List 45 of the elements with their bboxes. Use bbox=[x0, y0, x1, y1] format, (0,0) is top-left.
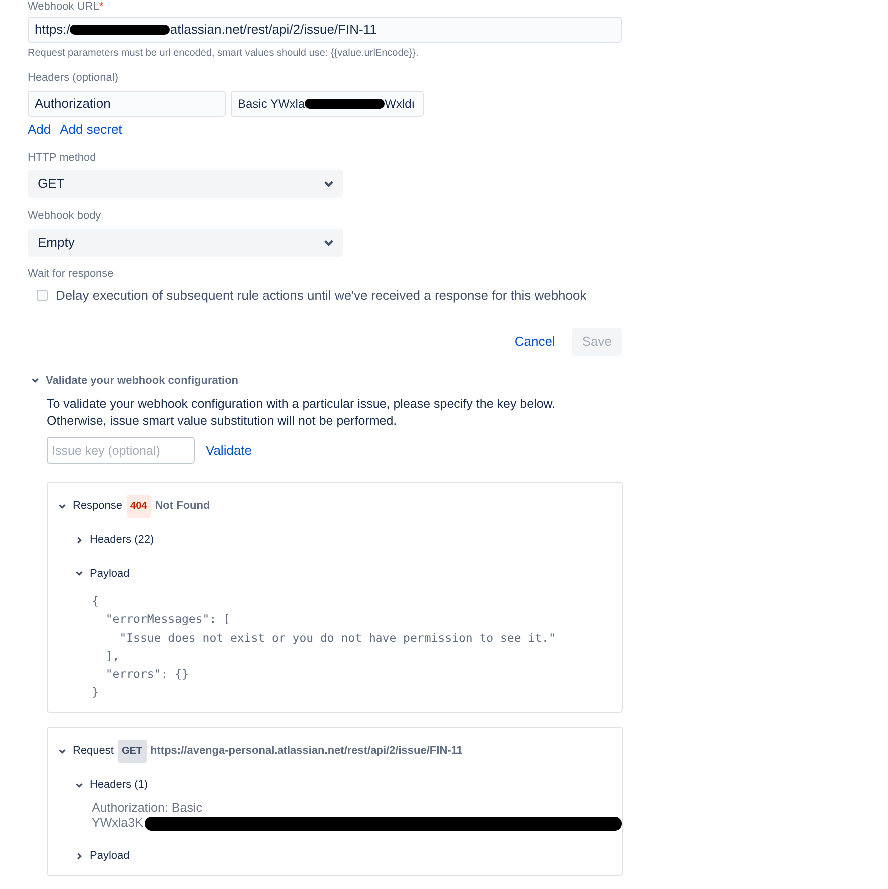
status-text: Not Found bbox=[155, 499, 210, 514]
url-field[interactable]: https:/ atlassian.net/rest/api/2/issue/FIN-11 bbox=[28, 17, 622, 43]
chevron-down-icon[interactable] bbox=[75, 569, 84, 578]
url-text: atlassian.net/rest/api/2/issue/FIN-11 bbox=[170, 21, 377, 40]
code-text: { "errorMessages": [ "Issue does not exist or you do not have permission to see it." ], "errors": {} } bbox=[91, 593, 557, 702]
description-text: To validate your webhook configuration with a particular issue, please specify the key below. bbox=[47, 396, 557, 413]
checkbox[interactable] bbox=[37, 290, 48, 302]
status-text: https://avenga-personal.atlassian.net/rest/api/2/issue/FIN-11 bbox=[150, 744, 463, 760]
subsection-title[interactable]: Headers (22) bbox=[90, 532, 154, 548]
add-link[interactable]: Add bbox=[28, 122, 52, 138]
subsection-title[interactable]: Payload bbox=[90, 848, 130, 865]
select-field[interactable]: GET bbox=[28, 170, 343, 198]
header-value-text: Wxldı bbox=[385, 96, 416, 112]
description-text: Otherwise, issue smart value substitution will not be performed. bbox=[47, 413, 398, 430]
checkbox-label: Delay execution of subsequent rule actions until we've received a response for this webhook bbox=[56, 287, 587, 305]
chevron-down-icon[interactable] bbox=[58, 502, 67, 511]
field-label: Wait for response bbox=[28, 266, 115, 282]
status-badge: 404 bbox=[126, 495, 152, 518]
chevron-down-icon[interactable] bbox=[58, 746, 67, 756]
panel-title[interactable]: Request bbox=[73, 743, 114, 760]
field-label: Headers (optional) bbox=[28, 71, 120, 86]
validate-link[interactable]: Validate bbox=[206, 440, 252, 460]
section-title[interactable]: Validate your webhook configuration bbox=[46, 372, 239, 389]
helper-text: Request parameters must be url encoded, smart values should use: {{value.urlEncode}}. bbox=[28, 47, 420, 61]
issue-key-field[interactable]: Issue key (optional) bbox=[47, 437, 195, 464]
header-value-text: Basic YWxla bbox=[238, 96, 306, 112]
field-label: Webhook body bbox=[28, 209, 102, 224]
chevron-right-icon[interactable] bbox=[75, 852, 84, 862]
cancel-button[interactable]: Cancel bbox=[512, 328, 558, 356]
chevron-right-icon[interactable] bbox=[75, 536, 84, 545]
header-line: YWxla3K bbox=[92, 816, 144, 832]
field-label: Webhook URL* bbox=[28, 1, 105, 13]
panel-title[interactable]: Response bbox=[73, 498, 123, 515]
header-value-field[interactable]: Basic YWxla Wxldı bbox=[231, 90, 424, 116]
url-text: https:/ bbox=[35, 21, 70, 40]
chevron-down-icon[interactable] bbox=[75, 780, 84, 790]
subsection-title[interactable]: Headers (1) bbox=[90, 776, 148, 794]
select-field[interactable]: Empty bbox=[28, 228, 343, 256]
header-line: Authorization: Basic bbox=[92, 801, 204, 816]
subsection-title[interactable]: Payload bbox=[90, 566, 130, 582]
chevron-down-icon[interactable] bbox=[31, 376, 40, 386]
status-badge: GET bbox=[118, 740, 147, 763]
field-label: HTTP method bbox=[28, 150, 98, 166]
header-name-field[interactable]: Authorization bbox=[28, 90, 226, 116]
add-link[interactable]: Add secret bbox=[60, 122, 122, 138]
